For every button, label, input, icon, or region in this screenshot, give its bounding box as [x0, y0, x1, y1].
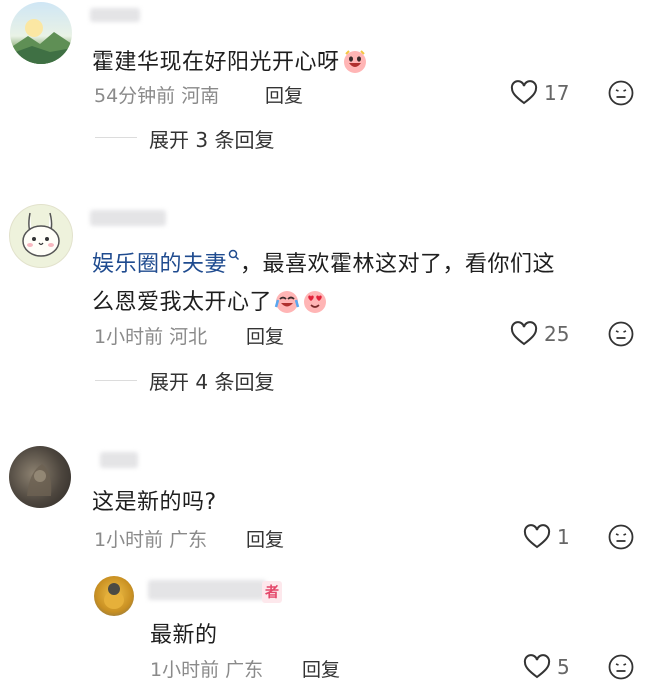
author-badge: 者 — [262, 581, 282, 603]
like-count: 25 — [544, 322, 570, 346]
heart-outline-icon — [510, 321, 538, 346]
heart-outline-icon — [523, 654, 551, 679]
blurred-username — [100, 452, 138, 468]
reply-button[interactable]: 回复 — [302, 655, 340, 682]
expand-replies-button[interactable]: 展开 3 条回复 — [149, 124, 274, 153]
like-count: 5 — [557, 655, 570, 679]
expand-replies-button[interactable]: 展开 4 条回复 — [149, 366, 274, 395]
frown-face-icon[interactable] — [608, 80, 634, 106]
reply-avatar[interactable] — [94, 576, 134, 616]
search-link[interactable]: 娱乐圈的夫妻 — [92, 252, 227, 277]
heart-outline-icon — [510, 80, 538, 105]
reply-button[interactable]: 回复 — [265, 81, 303, 108]
divider — [95, 380, 137, 381]
like-button[interactable]: 1 — [523, 524, 570, 550]
reply-meta: 1小时前 广东 — [150, 659, 264, 681]
comment-text-line2: 么恩爱我太开心了 — [92, 284, 328, 316]
comment-text: 娱乐圈的夫妻 ，最喜欢霍林这对了，看你们这 — [92, 246, 555, 278]
comment-meta: 1小时前 河北 — [94, 326, 208, 348]
like-button[interactable]: 25 — [510, 321, 569, 347]
reply-text: 最新的 — [150, 623, 218, 648]
comment-meta: 1小时前 广东 — [94, 529, 208, 551]
like-count: 1 — [557, 525, 570, 549]
like-count: 17 — [544, 81, 570, 105]
divider — [95, 137, 137, 138]
frown-face-icon[interactable] — [608, 321, 634, 347]
crying-laughing-emoji-icon — [274, 291, 300, 313]
blurred-username — [90, 210, 166, 226]
comment-text: 这是新的吗? — [92, 490, 217, 515]
like-button[interactable]: 17 — [510, 80, 569, 106]
grinning-emoji-icon — [343, 50, 366, 73]
avatar[interactable] — [9, 204, 73, 268]
comment-meta: 54分钟前 河南 — [94, 85, 220, 107]
reply-button[interactable]: 回复 — [246, 322, 284, 349]
like-button[interactable]: 5 — [523, 654, 570, 680]
frown-face-icon[interactable] — [608, 654, 634, 680]
avatar[interactable] — [10, 2, 72, 64]
comment-text: 霍建华现在好阳光开心呀 — [92, 44, 368, 76]
blurred-username — [148, 580, 266, 600]
heart-eyes-emoji-icon — [304, 291, 327, 313]
reply-button[interactable]: 回复 — [246, 525, 284, 552]
blurred-username — [90, 8, 140, 22]
frown-face-icon[interactable] — [608, 524, 634, 550]
heart-outline-icon — [523, 524, 551, 549]
avatar[interactable] — [9, 446, 71, 508]
search-icon[interactable] — [228, 249, 240, 263]
